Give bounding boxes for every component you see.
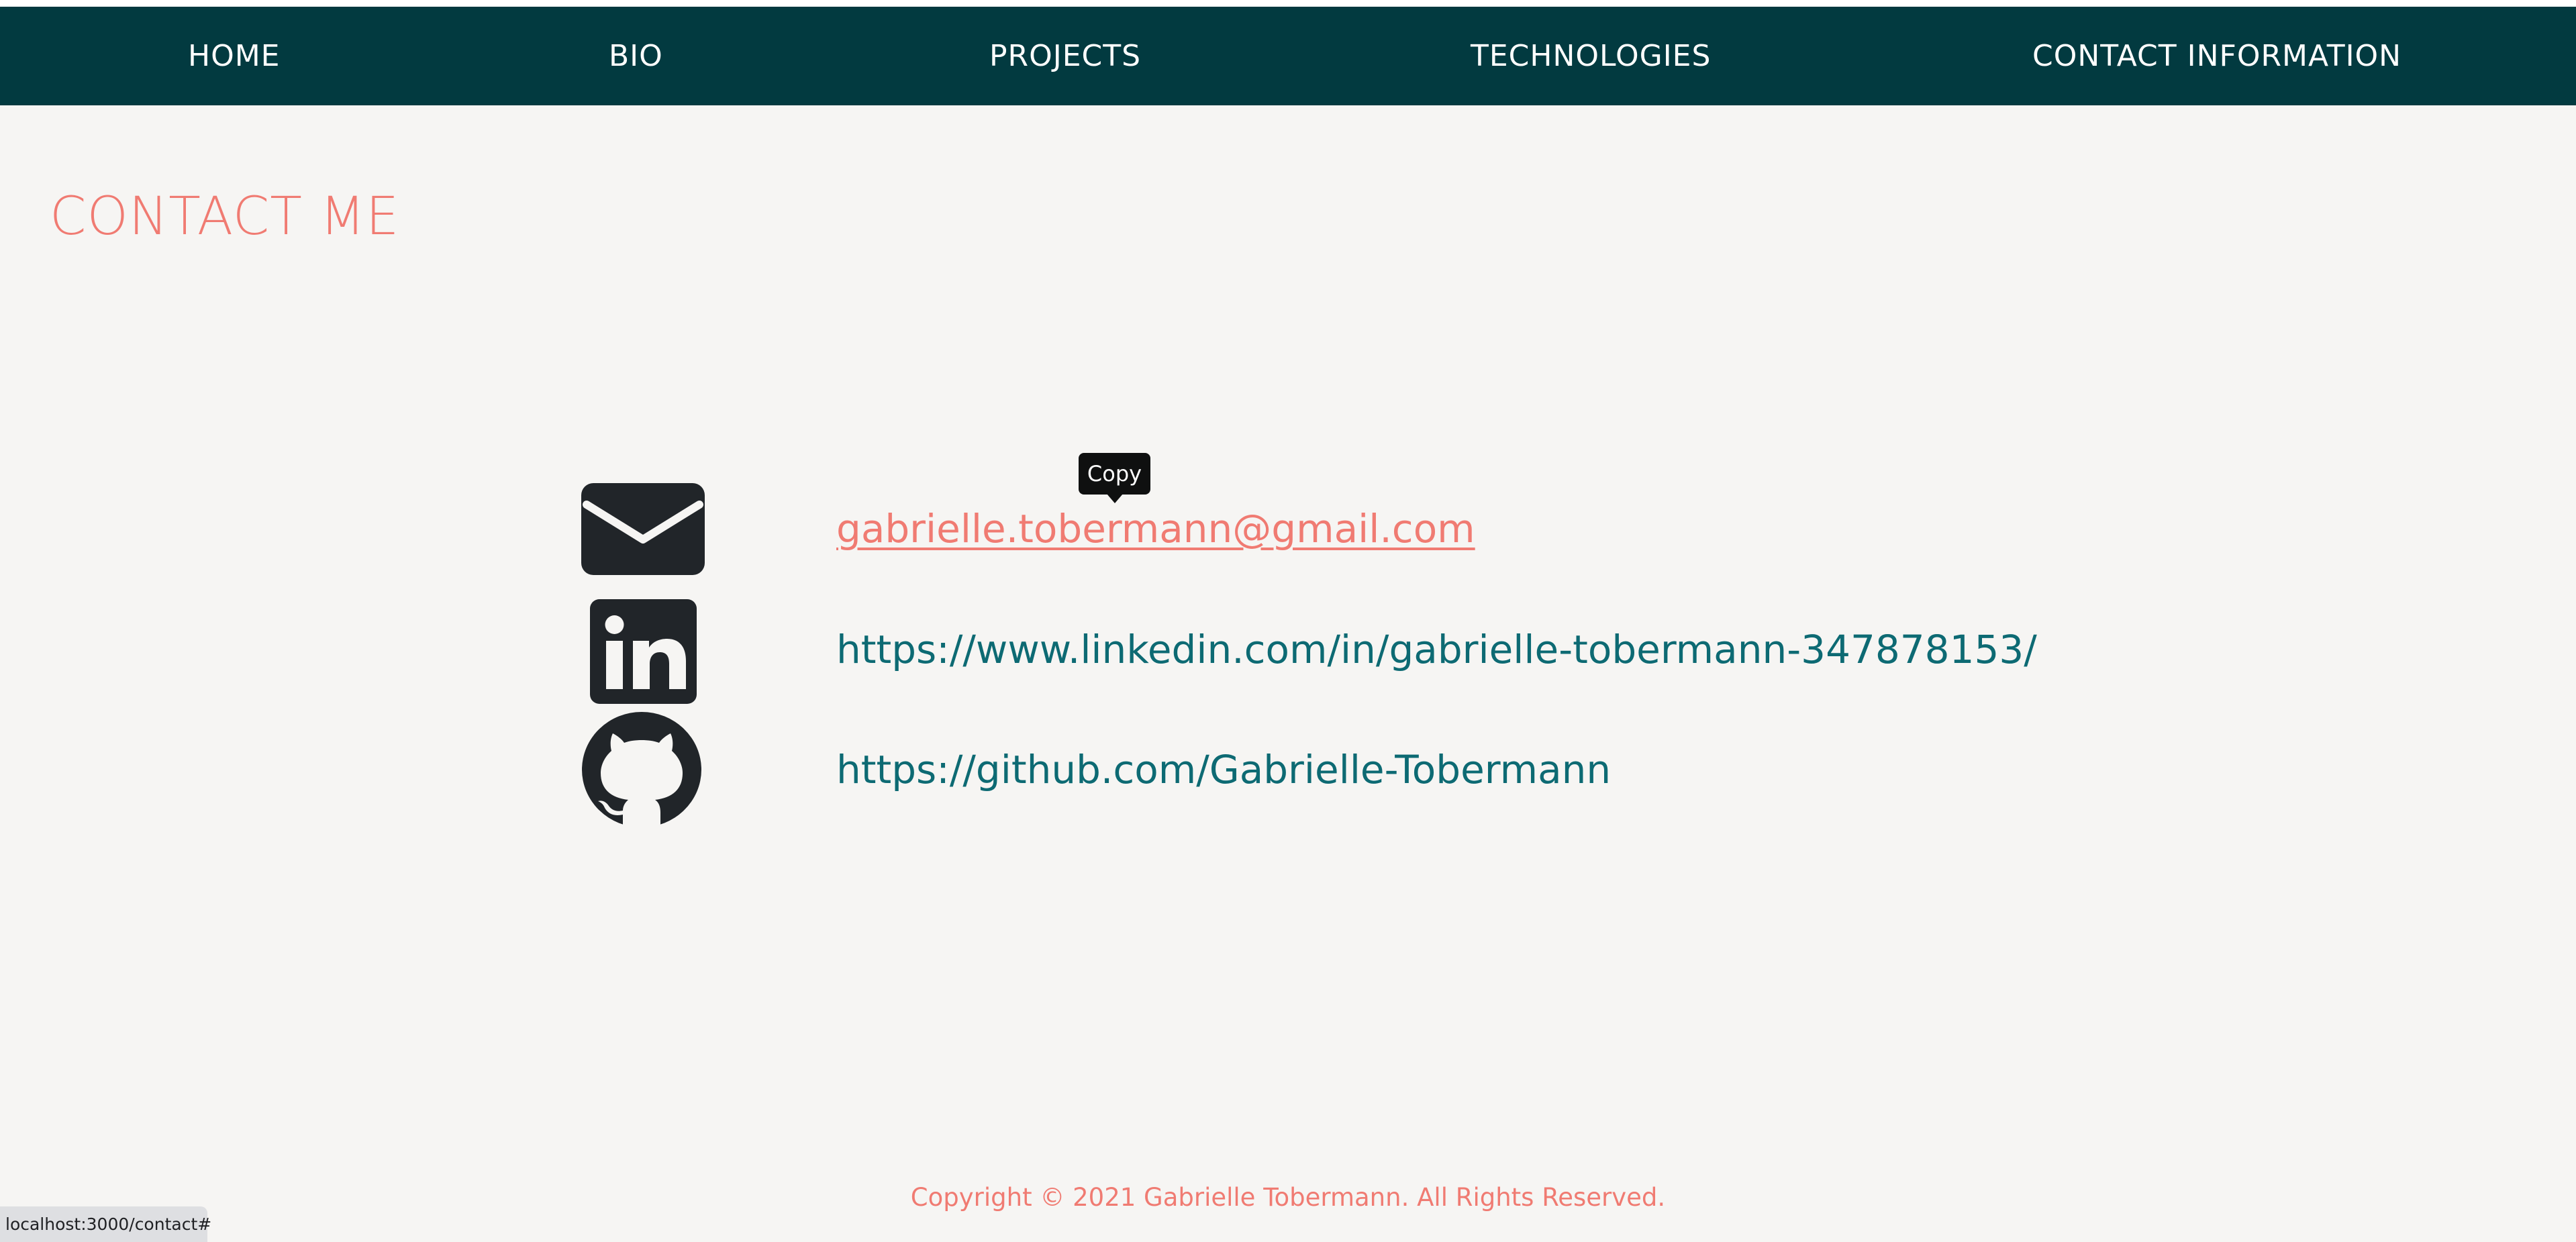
nav-home-link[interactable]: HOME	[188, 7, 280, 105]
main-navbar: HOME BIO PROJECTS TECHNOLOGIES CONTACT I…	[0, 7, 2576, 105]
email-link[interactable]: gabrielle.tobermann@gmail.com	[836, 506, 1475, 552]
copy-tooltip: Copy	[1079, 453, 1150, 503]
page-title: CONTACT ME	[50, 187, 400, 247]
nav-projects-link[interactable]: PROJECTS	[989, 7, 1141, 105]
linkedin-link[interactable]: https://www.linkedin.com/in/gabrielle-to…	[836, 627, 2037, 672]
contact-page: HOME BIO PROJECTS TECHNOLOGIES CONTACT I…	[0, 0, 2576, 1242]
nav-bio-link[interactable]: BIO	[609, 7, 663, 105]
nav-technologies-link[interactable]: TECHNOLOGIES	[1471, 7, 1711, 105]
linkedin-icon[interactable]	[590, 599, 697, 704]
top-edge	[0, 0, 2576, 7]
nav-contact-information-link[interactable]: CONTACT INFORMATION	[2032, 7, 2401, 105]
status-bar-url: localhost:3000/contact#	[0, 1206, 211, 1242]
github-link[interactable]: https://github.com/Gabrielle-Tobermann	[836, 747, 1611, 792]
footer-copyright: Copyright © 2021 Gabrielle Tobermann. Al…	[910, 1183, 1666, 1212]
github-icon[interactable]	[581, 711, 702, 828]
mail-icon[interactable]	[581, 483, 705, 575]
